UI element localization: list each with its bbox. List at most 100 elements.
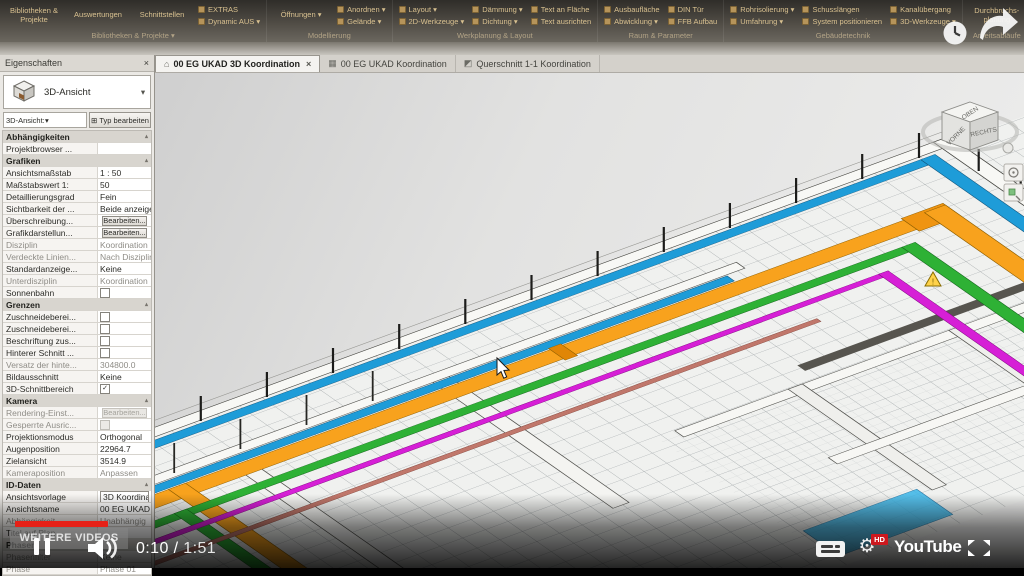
- property-row: Standardanzeige...Keine: [3, 263, 151, 275]
- property-value[interactable]: [98, 419, 151, 430]
- ribbon-button[interactable]: EXTRAS: [195, 5, 263, 14]
- property-section-header[interactable]: Grafiken▴: [3, 155, 151, 167]
- property-value[interactable]: Orthogonal: [98, 431, 151, 442]
- ribbon-button[interactable]: Schusslängen: [799, 5, 885, 14]
- property-value[interactable]: 3514.9: [98, 455, 151, 466]
- property-value[interactable]: Bearbeiten...: [98, 407, 151, 418]
- volume-button[interactable]: [86, 535, 122, 566]
- property-label: Ansichtsvorlage: [3, 491, 98, 502]
- ribbon-button[interactable]: Dichtung ▾: [469, 17, 525, 26]
- property-value[interactable]: Bearbeiten...: [98, 227, 151, 238]
- ribbon-button[interactable]: Kanalübergang: [887, 5, 959, 14]
- property-value[interactable]: 00 EG UKAD 3D Koordin...: [98, 503, 151, 514]
- property-section-header[interactable]: Abhängigkeiten▴: [3, 131, 151, 143]
- property-label: Versatz der hinte...: [3, 359, 98, 370]
- property-value[interactable]: Keine: [98, 371, 151, 382]
- progress-bar-played[interactable]: [15, 521, 108, 527]
- ribbon-button[interactable]: System positionieren: [799, 17, 885, 26]
- ribbon-button-icon: [337, 18, 344, 25]
- ribbon-button-icon: [730, 6, 737, 13]
- checkbox[interactable]: [100, 288, 110, 298]
- pause-button[interactable]: [28, 538, 66, 560]
- checkbox[interactable]: [100, 312, 110, 322]
- checkbox[interactable]: [100, 348, 110, 358]
- type-selector[interactable]: 3D-Ansicht ▾: [3, 75, 151, 109]
- ribbon-button[interactable]: Gelände ▾: [334, 17, 388, 26]
- property-label: Kameraposition: [3, 467, 98, 478]
- edit-button[interactable]: Bearbeiten...: [102, 216, 147, 226]
- ribbon-button[interactable]: Anordnen ▾: [334, 5, 388, 14]
- property-value[interactable]: Beide anzeigen: [98, 203, 151, 214]
- ribbon-button[interactable]: Schnittstellen: [131, 11, 193, 20]
- collapse-icon[interactable]: ▴: [145, 397, 148, 404]
- collapse-icon[interactable]: ▴: [145, 157, 148, 164]
- property-value[interactable]: [98, 287, 151, 298]
- property-label: Rendering-Einst...: [3, 407, 98, 418]
- checkbox[interactable]: [100, 336, 110, 346]
- property-value[interactable]: 304800.0: [98, 359, 151, 370]
- collapse-icon[interactable]: ▴: [145, 301, 148, 308]
- ribbon-button[interactable]: Abwicklung ▾: [601, 17, 662, 26]
- property-value[interactable]: ✓: [98, 383, 151, 394]
- ribbon-button[interactable]: Ausbaufläche: [601, 5, 662, 14]
- property-row: PhasePhase 01: [3, 563, 151, 575]
- property-value[interactable]: Fein: [98, 191, 151, 202]
- subtitles-button[interactable]: [816, 541, 845, 557]
- close-icon[interactable]: ×: [306, 59, 311, 69]
- watch-later-button[interactable]: [941, 19, 969, 47]
- close-icon[interactable]: ×: [144, 55, 149, 71]
- property-value[interactable]: [98, 323, 151, 334]
- view-tab[interactable]: ⌂00 EG UKAD 3D Koordination×: [155, 55, 320, 72]
- property-value[interactable]: Keine: [98, 263, 151, 274]
- checkbox[interactable]: ✓: [100, 384, 110, 394]
- ribbon-button[interactable]: Dynamic AUS ▾: [195, 17, 263, 26]
- share-button[interactable]: [974, 4, 1022, 44]
- property-value[interactable]: Koordination: [98, 275, 151, 286]
- property-section-header[interactable]: ID-Daten▴: [3, 479, 151, 491]
- ribbon-button[interactable]: Bibliotheken & Projekte: [3, 7, 65, 24]
- ribbon-button[interactable]: Rohrisolierung ▾: [727, 5, 797, 14]
- property-value[interactable]: [98, 311, 151, 322]
- ribbon-button[interactable]: Umfahrung ▾: [727, 17, 797, 26]
- checkbox[interactable]: [100, 324, 110, 334]
- property-value[interactable]: Nach Disziplin: [98, 251, 151, 262]
- property-value[interactable]: 1 : 50: [98, 167, 151, 178]
- ribbon-lower-strip: [0, 42, 1024, 55]
- collapse-icon[interactable]: ▴: [145, 481, 148, 488]
- edit-button[interactable]: Bearbeiten...: [102, 228, 147, 238]
- property-value[interactable]: [98, 347, 151, 358]
- property-section-header[interactable]: Kamera▴: [3, 395, 151, 407]
- edit-type-button[interactable]: ⊞ Typ bearbeiten: [89, 112, 151, 128]
- property-value[interactable]: 50: [98, 179, 151, 190]
- property-value[interactable]: [98, 335, 151, 346]
- property-label: Verdeckte Linien...: [3, 251, 98, 262]
- property-value[interactable]: [98, 143, 151, 154]
- ribbon-button[interactable]: Layout ▾: [396, 5, 468, 14]
- property-value[interactable]: Bearbeiten...: [98, 215, 151, 226]
- 3d-viewport[interactable]: ! OBEN VORNE RECHTS: [155, 72, 1024, 568]
- property-section-header[interactable]: Grenzen▴: [3, 299, 151, 311]
- fullscreen-button[interactable]: [966, 538, 992, 558]
- ribbon-button[interactable]: Auswertungen: [67, 11, 129, 20]
- ribbon-button[interactable]: 2D-Werkzeuge ▾: [396, 17, 468, 26]
- property-row: Beschriftung zus...: [3, 335, 151, 347]
- ribbon-button[interactable]: FFB Aufbau: [665, 17, 721, 26]
- property-value[interactable]: 3D Koordination 1/50 fein: [98, 491, 151, 502]
- ribbon-button[interactable]: DIN Tür: [665, 5, 721, 14]
- collapse-icon[interactable]: ▴: [145, 133, 148, 140]
- property-label: Unterdisziplin: [3, 275, 98, 286]
- ribbon-button[interactable]: Text ausrichten: [528, 17, 594, 26]
- edit-button[interactable]: Bearbeiten...: [102, 408, 147, 418]
- property-value[interactable]: Koordination: [98, 239, 151, 250]
- ribbon-button[interactable]: Text an Fläche: [528, 5, 594, 14]
- view-tab[interactable]: ▦00 EG UKAD Koordination: [320, 55, 456, 72]
- ribbon-button[interactable]: Dämmung ▾: [469, 5, 525, 14]
- checkbox[interactable]: [100, 420, 110, 430]
- ribbon-button[interactable]: Öffnungen ▾: [270, 11, 332, 20]
- property-value[interactable]: Anpassen: [98, 467, 151, 478]
- youtube-logo[interactable]: YouTube: [894, 537, 961, 557]
- chevron-down-icon[interactable]: ▾: [136, 87, 150, 98]
- instance-combo[interactable]: 3D-Ansicht: 00 EG UKA ▾: [3, 112, 87, 128]
- view-tab[interactable]: ◩Querschnitt 1-1 Koordination: [456, 55, 600, 72]
- property-value[interactable]: 22964.7: [98, 443, 151, 454]
